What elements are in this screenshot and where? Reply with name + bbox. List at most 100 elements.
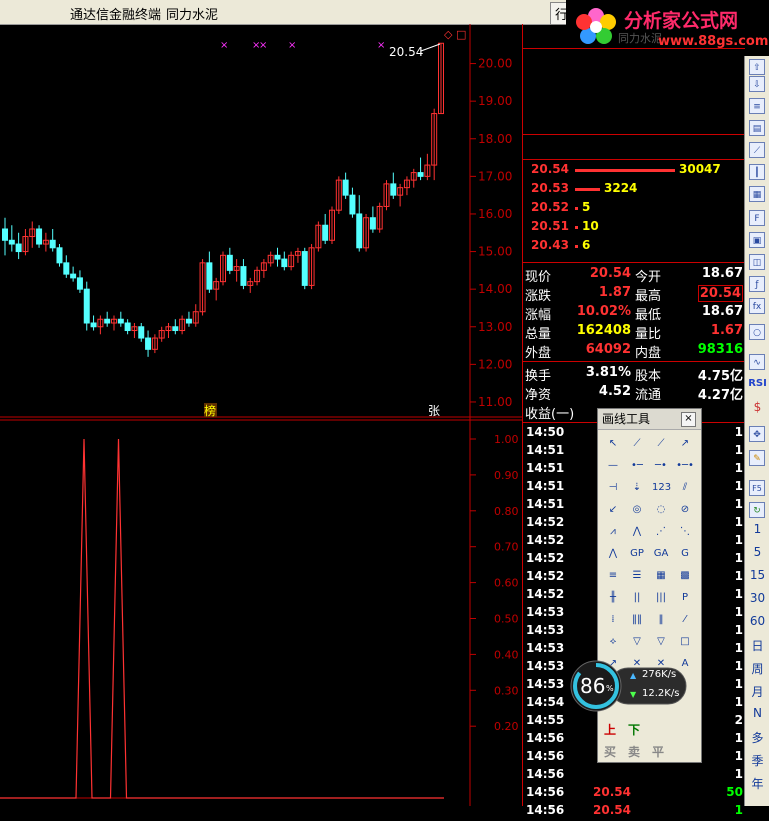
drawing-tool-icon[interactable]: ─• [652, 457, 670, 475]
drawing-tool-label[interactable]: 卖 [628, 743, 640, 760]
drawing-tool-icon[interactable]: G [676, 545, 694, 563]
period-button[interactable]: 日 [745, 637, 769, 654]
drawing-tool-icon[interactable]: ⊣ [604, 479, 622, 497]
line-chart-icon[interactable]: ⟋ [749, 142, 765, 158]
refresh-icon[interactable]: ↻ [749, 502, 765, 518]
drawing-tool-icon[interactable]: ⋀ [628, 523, 646, 541]
drawing-tool-icon[interactable]: ↙ [604, 501, 622, 519]
drawing-tool-icon[interactable]: ◌ [652, 501, 670, 519]
candle-body [281, 258, 288, 268]
marker-zhang: 张 [428, 404, 440, 418]
arrow-down-icon[interactable]: ⇩ [749, 76, 765, 92]
order-book-row: 20.43 6 [531, 238, 741, 256]
drawing-tool-icon[interactable]: ╫ [604, 589, 622, 607]
fx-icon[interactable]: fx [749, 298, 765, 314]
upload-speed: 276K/s [642, 669, 677, 680]
arrow-up-icon[interactable]: ⇧ [749, 59, 765, 75]
drawing-tool-label[interactable]: 平 [652, 743, 664, 760]
quote-label: 外盘 [525, 346, 552, 361]
circle-icon[interactable]: ○ [749, 324, 765, 340]
drawing-tool-icon[interactable]: ‖‖ [628, 611, 646, 629]
period-button[interactable]: 15 [745, 568, 769, 582]
drawing-tool-icon[interactable]: ⇣ [628, 479, 646, 497]
indicator-line [0, 438, 444, 799]
drawing-tool-icon[interactable]: ⟋ [628, 435, 646, 453]
drawing-tool-icon[interactable]: — [604, 457, 622, 475]
order-volume-bar [575, 245, 578, 248]
move-icon[interactable]: ✥ [749, 426, 765, 442]
drawing-tool-icon[interactable]: ⊘ [676, 501, 694, 519]
drawing-tool-icon[interactable]: 123 [652, 479, 671, 497]
period-button[interactable]: 月 [745, 683, 769, 700]
dollar-icon[interactable]: $ [745, 400, 769, 414]
drawing-tool-icon[interactable]: ⫽ [676, 479, 694, 497]
last-price-label: 20.54 [389, 45, 423, 59]
period-button[interactable]: 多 [745, 729, 769, 746]
drawing-tool-icon[interactable]: || [628, 589, 646, 607]
trade-time: 14:54 [526, 695, 565, 709]
period-button[interactable]: 1 [745, 522, 769, 536]
quote-label: 今开 [635, 270, 662, 285]
period-button[interactable]: 周 [745, 660, 769, 677]
drawing-tool-icon[interactable]: ⩘ [604, 523, 622, 541]
drawing-tool-icon[interactable]: ▩ [676, 567, 694, 585]
drawing-tool-icon[interactable]: P [676, 589, 694, 607]
drawing-tool-icon[interactable]: •─ [628, 457, 646, 475]
drawing-tool-icon[interactable]: □ [676, 633, 694, 651]
drawing-tool-icon[interactable]: ⁞ [604, 611, 622, 629]
candle-icon[interactable]: ┃ [749, 164, 765, 180]
trade-row: 14:56 20.54 50 [523, 785, 745, 803]
period-button[interactable]: 年 [745, 775, 769, 792]
period-button[interactable]: 60 [745, 614, 769, 628]
period-button[interactable]: 季 [745, 752, 769, 769]
drawing-tool-icon[interactable]: ▽ [652, 633, 670, 651]
candle-body [36, 228, 43, 245]
drawing-tool-label[interactable]: 上 [604, 721, 616, 738]
drawing-tool-icon[interactable]: ⁄ [676, 611, 694, 629]
quote-value: 3.81% [585, 365, 631, 380]
layers-icon[interactable]: ◫ [749, 254, 765, 270]
drawing-tool-icon[interactable]: ⋰ [652, 523, 670, 541]
table-icon[interactable]: ▤ [749, 120, 765, 136]
drawing-tool-icon[interactable]: ▽ [628, 633, 646, 651]
drawing-tool-icon[interactable]: ☰ [628, 567, 646, 585]
f5-icon[interactable]: F5 [749, 480, 765, 496]
f10-icon[interactable]: F [749, 210, 765, 226]
indicator-axis-label: 0.90 [494, 469, 519, 482]
grid-icon[interactable]: ▦ [749, 186, 765, 202]
drawing-tool-icon[interactable]: ▦ [652, 567, 670, 585]
image-icon[interactable]: ▣ [749, 232, 765, 248]
drawing-tool-icon[interactable]: ⋱ [676, 523, 694, 541]
drawing-tool-icon[interactable]: ≡ [604, 567, 622, 585]
chart-svg[interactable]: 20.00 19.00 18.00 17.00 16.00 15.00 14.00 13.00… [0, 24, 522, 806]
drawing-tool-icon[interactable]: ↗ [676, 435, 694, 453]
drawing-tool-icon[interactable]: ◎ [628, 501, 646, 519]
last-price-arrow [420, 43, 441, 52]
rsi-button[interactable]: RSI [745, 378, 769, 389]
drawing-tool-icon[interactable]: ⋀ [604, 545, 622, 563]
drawing-tool-icon[interactable]: ↖ [604, 435, 622, 453]
drawing-tool-icon[interactable]: ⟋ [652, 435, 670, 453]
drawing-tool-icon[interactable]: ⟡ [604, 633, 622, 651]
drawing-tool-label[interactable]: 买 [604, 743, 616, 760]
close-icon[interactable]: × [681, 412, 696, 427]
wave-icon[interactable]: ∿ [749, 354, 765, 370]
drawing-tool-icon[interactable]: ‖ [652, 611, 670, 629]
pencil-icon[interactable]: ✎ [749, 450, 765, 466]
period-button[interactable]: N [745, 706, 769, 720]
formula-icon[interactable]: ƒ [749, 276, 765, 292]
trade-time: 14:52 [526, 533, 565, 547]
quote-value: 4.75亿 [697, 369, 743, 384]
drawing-tool-icon[interactable]: GA [652, 545, 670, 563]
period-button[interactable]: 30 [745, 591, 769, 605]
trade-volume: 1 [734, 461, 743, 475]
drawing-tool-icon[interactable]: ||| [652, 589, 670, 607]
quote-value: 20.54 [589, 266, 631, 281]
chart-area[interactable]: 20.00 19.00 18.00 17.00 16.00 15.00 14.00 13.00… [0, 24, 522, 806]
drawing-tool-icon[interactable]: GP [628, 545, 646, 563]
period-button[interactable]: 5 [745, 545, 769, 559]
list-icon[interactable]: ≡ [749, 98, 765, 114]
drawing-tool-icon[interactable]: •─• [676, 457, 694, 475]
trade-volume: 1 [734, 623, 743, 637]
drawing-tool-label[interactable]: 下 [628, 721, 640, 738]
